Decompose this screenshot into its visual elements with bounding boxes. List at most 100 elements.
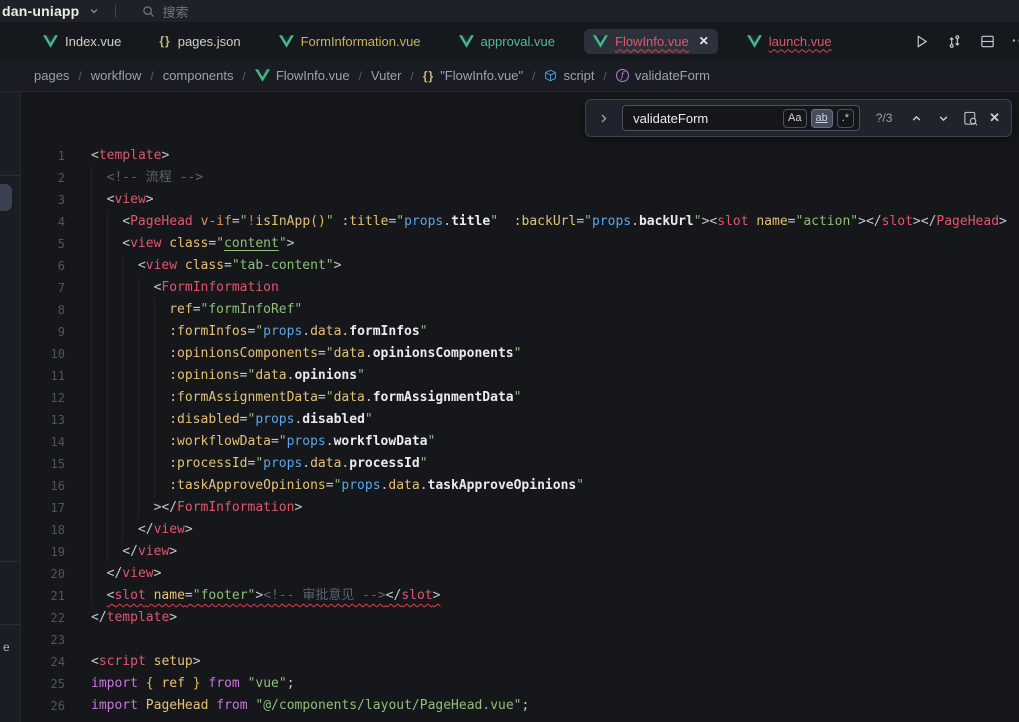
code-line[interactable]: 10:opinionsComponents="data.opinionsComp… — [21, 343, 1019, 365]
line-content[interactable]: </view> — [65, 541, 177, 563]
line-number[interactable]: 18 — [21, 519, 65, 541]
line-number[interactable]: 15 — [21, 453, 65, 475]
line-content[interactable]: <!-- 流程 --> — [65, 167, 203, 189]
code-line[interactable]: 23 — [21, 629, 1019, 651]
breadcrumb-item-vuter[interactable]: Vuter — [371, 68, 402, 83]
breadcrumb-item-pages[interactable]: pages — [34, 68, 69, 83]
code-line[interactable]: 25import { ref } from "vue"; — [21, 673, 1019, 695]
code-line[interactable]: 2<!-- 流程 --> — [21, 167, 1019, 189]
breadcrumb-item-validateform[interactable]: fvalidateForm — [616, 68, 710, 83]
breadcrumb-item--flowinfo-vue-[interactable]: {}"FlowInfo.vue" — [423, 68, 523, 83]
line-content[interactable]: <slot name="footer"><!-- 审批意见 --></slot> — [65, 585, 440, 607]
line-number[interactable]: 6 — [21, 255, 65, 277]
code-line[interactable]: 19</view> — [21, 541, 1019, 563]
line-number[interactable]: 1 — [21, 145, 65, 167]
line-number[interactable]: 24 — [21, 651, 65, 673]
line-number[interactable]: 3 — [21, 189, 65, 211]
compare-changes-button[interactable] — [945, 32, 963, 50]
line-content[interactable]: ref="formInfoRef" — [65, 299, 302, 321]
code-line[interactable]: 12:formAssignmentData="data.formAssignme… — [21, 387, 1019, 409]
line-number[interactable]: 26 — [21, 695, 65, 717]
code-line[interactable]: 22</template> — [21, 607, 1019, 629]
line-content[interactable]: :formInfos="props.data.formInfos" — [65, 321, 428, 343]
code-line[interactable]: 3<view> — [21, 189, 1019, 211]
line-number[interactable]: 10 — [21, 343, 65, 365]
line-content[interactable]: :formAssignmentData="data.formAssignment… — [65, 387, 521, 409]
line-content[interactable]: import { ref } from "vue"; — [65, 673, 295, 695]
line-content[interactable]: <script setup> — [65, 651, 201, 673]
code-line[interactable]: 24<script setup> — [21, 651, 1019, 673]
line-number[interactable]: 25 — [21, 673, 65, 695]
code-line[interactable]: 9:formInfos="props.data.formInfos" — [21, 321, 1019, 343]
project-switcher[interactable]: dan-uniapp — [2, 3, 79, 19]
regex-button[interactable]: .* — [837, 109, 854, 128]
line-number[interactable]: 22 — [21, 607, 65, 629]
search-box[interactable]: 搜索 — [142, 2, 188, 21]
line-number[interactable]: 12 — [21, 387, 65, 409]
code-editor[interactable]: validateForm Aa ab .* ?/3 ✕ 1<template>2… — [21, 92, 1019, 722]
code-line[interactable]: 1<template> — [21, 145, 1019, 167]
line-content[interactable]: </template> — [65, 607, 177, 629]
next-match-button[interactable] — [935, 110, 952, 127]
line-content[interactable]: <view class="content"> — [65, 233, 295, 255]
breadcrumb-item-flowinfo-vue[interactable]: FlowInfo.vue — [255, 68, 350, 83]
code-line[interactable]: 26import PageHead from "@/components/lay… — [21, 695, 1019, 717]
line-content[interactable]: </view> — [65, 563, 161, 585]
toggle-replace-chevron-icon[interactable] — [595, 110, 612, 127]
tab-flowinfo-vue[interactable]: FlowInfo.vue✕ — [584, 29, 718, 54]
tab-launch-vue[interactable]: launch.vue — [738, 29, 841, 54]
find-input[interactable]: validateForm Aa ab .* — [622, 105, 860, 131]
line-number[interactable]: 14 — [21, 431, 65, 453]
code-lines[interactable]: 1<template>2<!-- 流程 -->3<view>4<PageHead… — [21, 92, 1019, 717]
code-line[interactable]: 14:workflowData="props.workflowData" — [21, 431, 1019, 453]
whole-word-button[interactable]: ab — [811, 109, 833, 128]
line-content[interactable]: :opinions="data.opinions" — [65, 365, 365, 387]
find-query-text[interactable]: validateForm — [633, 111, 779, 126]
code-line[interactable]: 20</view> — [21, 563, 1019, 585]
chevron-down-icon[interactable] — [89, 6, 99, 16]
tab-approval-vue[interactable]: approval.vue — [450, 29, 564, 54]
line-number[interactable]: 7 — [21, 277, 65, 299]
code-line[interactable]: 17></FormInformation> — [21, 497, 1019, 519]
line-number[interactable]: 9 — [21, 321, 65, 343]
code-line[interactable]: 5<view class="content"> — [21, 233, 1019, 255]
line-content[interactable]: :opinionsComponents="data.opinionsCompon… — [65, 343, 521, 365]
split-editor-button[interactable] — [978, 32, 996, 50]
line-number[interactable]: 5 — [21, 233, 65, 255]
line-content[interactable]: :workflowData="props.workflowData" — [65, 431, 435, 453]
previous-match-button[interactable] — [908, 110, 925, 127]
line-content[interactable]: ></FormInformation> — [65, 497, 302, 519]
line-number[interactable]: 16 — [21, 475, 65, 497]
line-content[interactable]: <view class="tab-content"> — [65, 255, 341, 277]
tab-close-icon[interactable]: ✕ — [699, 34, 709, 48]
code-line[interactable]: 7<FormInformation — [21, 277, 1019, 299]
line-number[interactable]: 17 — [21, 497, 65, 519]
line-number[interactable]: 13 — [21, 409, 65, 431]
code-line[interactable]: 21<slot name="footer"><!-- 审批意见 --></slo… — [21, 585, 1019, 607]
line-number[interactable]: 23 — [21, 629, 65, 651]
line-content[interactable]: import PageHead from "@/components/layou… — [65, 695, 529, 717]
line-content[interactable]: </view> — [65, 519, 193, 541]
line-number[interactable]: 8 — [21, 299, 65, 321]
line-content[interactable]: <PageHead v-if="!isInApp()" :title="prop… — [65, 211, 1007, 233]
line-content[interactable]: :processId="props.data.processId" — [65, 453, 428, 475]
line-number[interactable]: 11 — [21, 365, 65, 387]
line-number[interactable]: 21 — [21, 585, 65, 607]
line-number[interactable]: 2 — [21, 167, 65, 189]
breadcrumb-item-components[interactable]: components — [163, 68, 234, 83]
breadcrumb-item-workflow[interactable]: workflow — [91, 68, 142, 83]
tab-forminformation-vue[interactable]: FormInformation.vue — [270, 29, 430, 54]
more-actions-button[interactable]: ⋯ — [1011, 31, 1019, 51]
line-number[interactable]: 20 — [21, 563, 65, 585]
code-line[interactable]: 15:processId="props.data.processId" — [21, 453, 1019, 475]
tab-index-vue[interactable]: Index.vue — [34, 29, 130, 54]
sidebar-drag-handle[interactable] — [0, 184, 12, 211]
code-line[interactable]: 18</view> — [21, 519, 1019, 541]
line-content[interactable]: :taskApproveOpinions="props.data.taskApp… — [65, 475, 584, 497]
code-line[interactable]: 6<view class="tab-content"> — [21, 255, 1019, 277]
tab-pages-json[interactable]: {}pages.json — [150, 29, 249, 54]
line-content[interactable] — [65, 629, 91, 651]
line-number[interactable]: 4 — [21, 211, 65, 233]
code-line[interactable]: 8ref="formInfoRef" — [21, 299, 1019, 321]
find-in-selection-button[interactable] — [962, 110, 979, 127]
